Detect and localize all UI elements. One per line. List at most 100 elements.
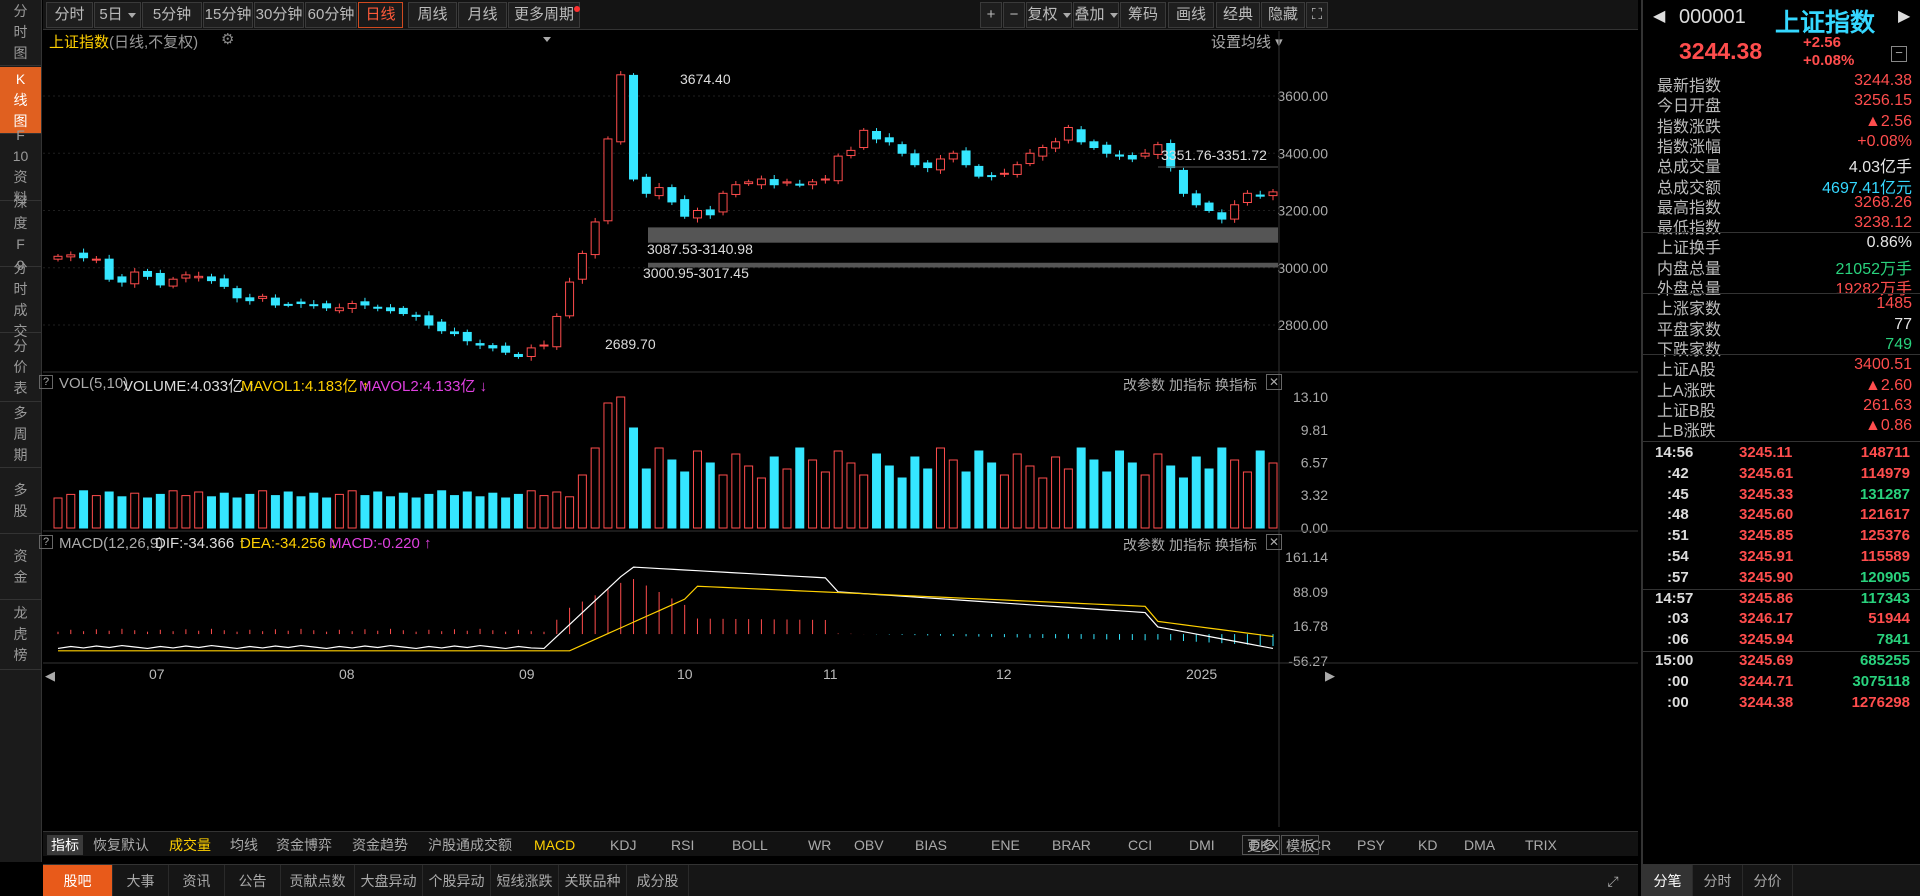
bottom-tab-8[interactable]: 关联品种: [559, 865, 627, 896]
next-arrow-icon[interactable]: ▶: [1898, 6, 1910, 26]
indicator-tab-15[interactable]: BRAR: [1052, 835, 1091, 855]
bottom-tab-7[interactable]: 短线涨跌: [491, 865, 559, 896]
panel-action-button[interactable]: 改参数: [1123, 535, 1165, 555]
quote-value: 1485: [1876, 295, 1912, 313]
tool-button-2[interactable]: 复权: [1026, 2, 1072, 28]
nav-item-5[interactable]: 分价表: [0, 333, 41, 402]
panel-action-button[interactable]: 加指标: [1169, 375, 1211, 395]
volume-bar: [705, 462, 715, 529]
indicator-tab-22[interactable]: DMA: [1464, 835, 1495, 855]
tool-button-5[interactable]: 画线: [1168, 2, 1214, 28]
indicator-tab-17[interactable]: DMI: [1189, 835, 1215, 855]
panel-action-button[interactable]: 加指标: [1169, 535, 1211, 555]
indicator-tab-4[interactable]: 资金博弈: [276, 835, 332, 855]
bottom-tab-0[interactable]: 股吧: [43, 865, 113, 896]
kline-chart[interactable]: 3600.00 3400.00 3200.00 3000.00 2800.00 3674.…: [43, 31, 1638, 827]
period-button-2[interactable]: 5分钟: [142, 2, 202, 28]
volume-bar: [117, 496, 127, 529]
candle: [1051, 137, 1061, 153]
quote-tab-1[interactable]: 分时: [1693, 865, 1743, 896]
period-button-4[interactable]: 30分钟: [254, 2, 304, 28]
period-button-0[interactable]: 分时: [46, 2, 93, 28]
candle: [756, 175, 766, 190]
panel-action-button[interactable]: 改参数: [1123, 375, 1165, 395]
scroll-right-icon[interactable]: ▶: [1325, 668, 1335, 683]
indicator-tab-0[interactable]: 指标: [47, 835, 83, 855]
indicator-tab-1[interactable]: 恢复默认: [93, 835, 149, 855]
candle: [667, 184, 677, 206]
bottom-tab-4[interactable]: 贡献点数: [281, 865, 355, 896]
indicator-tab-12[interactable]: OBV: [854, 835, 884, 855]
indicator-tab-14[interactable]: ENE: [991, 835, 1020, 855]
collapse-icon[interactable]: −: [1891, 46, 1907, 62]
volume-bar: [449, 495, 459, 529]
indicator-tab-7[interactable]: MACD: [534, 835, 575, 855]
close-panel-icon[interactable]: ✕: [1266, 534, 1283, 550]
quote-value: 3244.38: [1854, 72, 1912, 89]
tool-button-0[interactable]: +: [980, 2, 1002, 28]
indicator-tab-8[interactable]: KDJ: [610, 835, 636, 855]
indicator-tab-10[interactable]: BOLL: [732, 835, 768, 855]
indicator-tab-24[interactable]: 更多: [1242, 835, 1280, 855]
nav-item-1[interactable]: K线图: [0, 67, 41, 134]
panel-toggle-icon[interactable]: ?: [39, 535, 54, 549]
indicator-tab-5[interactable]: 资金趋势: [352, 835, 408, 855]
expand-icon[interactable]: ⤢: [1598, 865, 1628, 896]
dea-line: [58, 585, 1274, 652]
bottom-tab-9[interactable]: 成分股: [627, 865, 689, 896]
nav-item-label: 龙虎榜: [13, 605, 28, 663]
indicator-tab-2[interactable]: 成交量: [169, 835, 211, 855]
fullscreen-icon[interactable]: ⛶: [1306, 2, 1328, 28]
volume-bar: [258, 490, 268, 529]
period-button-1[interactable]: 5日: [94, 2, 141, 28]
close-panel-icon[interactable]: ✕: [1266, 374, 1283, 390]
indicator-tab-23[interactable]: TRIX: [1525, 835, 1557, 855]
panel-action-button[interactable]: 换指标: [1215, 535, 1257, 555]
bottom-tab-5[interactable]: 大盘异动: [355, 865, 423, 896]
indicator-tab-3[interactable]: 均线: [230, 835, 258, 855]
scroll-left-icon[interactable]: ◀: [45, 668, 55, 683]
quote-value: +0.08%: [1857, 132, 1912, 150]
nav-item-8[interactable]: 资金: [0, 534, 41, 600]
period-button-6[interactable]: 日线: [358, 2, 403, 28]
period-button-8[interactable]: 月线: [458, 2, 507, 28]
tick-volume: 1276298: [1851, 693, 1910, 711]
period-button-5[interactable]: 60分钟: [305, 2, 357, 28]
tool-button-6[interactable]: 经典: [1216, 2, 1260, 28]
nav-item-9[interactable]: 龙虎榜: [0, 600, 41, 670]
tool-button-3[interactable]: 叠加: [1073, 2, 1119, 28]
candle: [616, 71, 626, 145]
prev-arrow-icon[interactable]: ◀: [1653, 6, 1665, 26]
panel-toggle-icon[interactable]: ?: [39, 375, 54, 389]
indicator-tab-13[interactable]: BIAS: [915, 835, 947, 855]
indicator-tab-25[interactable]: 模板: [1281, 835, 1319, 855]
period-button-9[interactable]: 更多周期: [508, 2, 580, 28]
nav-item-label: 分价表: [13, 337, 28, 396]
indicator-tab-16[interactable]: CCI: [1128, 835, 1152, 855]
indicator-tab-11[interactable]: WR: [808, 835, 831, 855]
bottom-tab-2[interactable]: 资讯: [169, 865, 225, 896]
bottom-tab-3[interactable]: 公告: [225, 865, 281, 896]
tool-button-7[interactable]: 隐藏: [1261, 2, 1305, 28]
tool-button-1[interactable]: −: [1003, 2, 1025, 28]
nav-item-0[interactable]: 分时图: [0, 0, 41, 66]
bottom-tab-6[interactable]: 个股异动: [423, 865, 491, 896]
nav-item-7[interactable]: 多股: [0, 468, 41, 534]
indicator-tab-20[interactable]: PSY: [1357, 835, 1385, 855]
nav-item-6[interactable]: 多周期: [0, 402, 41, 468]
price-annotation: 3087.53-3140.98: [647, 241, 753, 257]
stock-price: 3244.38: [1679, 38, 1763, 64]
panel-action-button[interactable]: 换指标: [1215, 375, 1257, 395]
indicator-tab-6[interactable]: 沪股通成交额: [428, 835, 512, 855]
period-button-3[interactable]: 15分钟: [203, 2, 253, 28]
price-annotation: 3351.76-3351.72: [1161, 147, 1267, 163]
indicator-tab-9[interactable]: RSI: [671, 835, 694, 855]
nav-item-4[interactable]: 分时成交: [0, 260, 41, 339]
period-button-7[interactable]: 周线: [408, 2, 457, 28]
bottom-tab-1[interactable]: 大事: [113, 865, 169, 896]
quote-tab-2[interactable]: 分价: [1743, 865, 1793, 896]
indicator-tab-21[interactable]: KD: [1418, 835, 1437, 855]
tool-button-4[interactable]: 筹码: [1120, 2, 1166, 28]
quote-tab-0[interactable]: 分笔: [1643, 865, 1693, 896]
volume-bars: [53, 396, 1278, 529]
